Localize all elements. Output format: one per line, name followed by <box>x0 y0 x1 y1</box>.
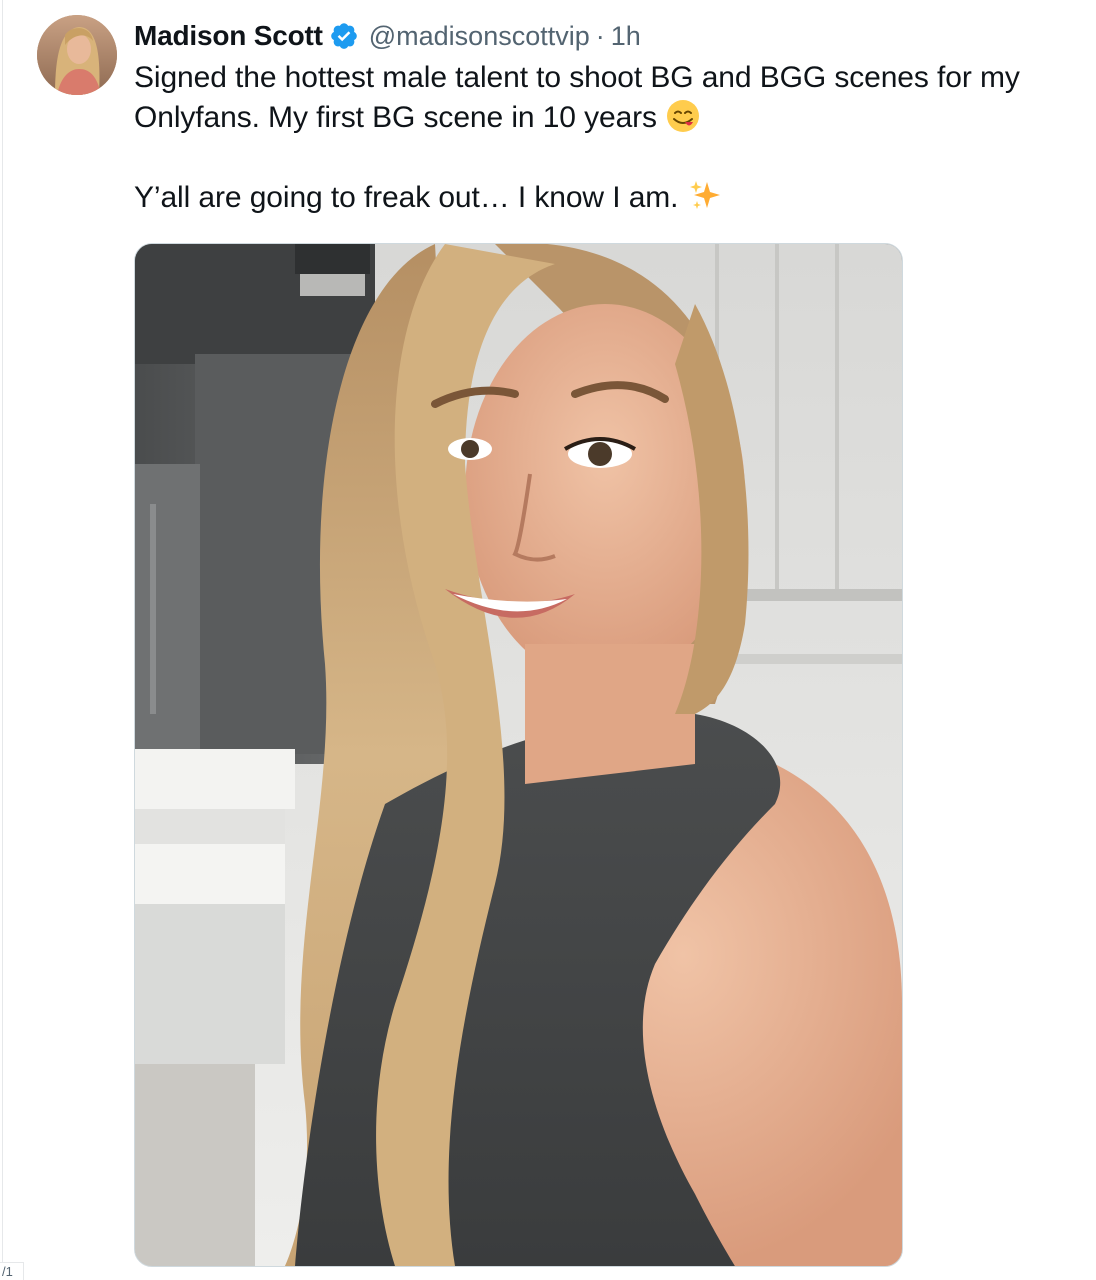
avatar-photo-icon <box>37 15 117 95</box>
tweet-content: Madison Scott @madisonscottvip · 1h Sign… <box>134 14 1084 218</box>
face-savoring-food-emoji-icon <box>665 98 701 134</box>
divider <box>2 0 3 1280</box>
tweet-text-line-4: Y’all are going to freak out… I know I a… <box>134 181 687 214</box>
verified-badge-icon[interactable] <box>329 21 359 51</box>
tweet-text-line-2: Onlyfans. My first BG scene in 10 years <box>134 101 666 134</box>
timestamp[interactable]: 1h <box>611 21 641 52</box>
tweet-text-line-1: Signed the hottest male talent to shoot … <box>134 61 1020 94</box>
separator-dot: · <box>595 20 605 51</box>
avatar[interactable] <box>37 15 117 95</box>
tweet-text: Signed the hottest male talent to shoot … <box>134 58 1084 218</box>
tweet-header: Madison Scott @madisonscottvip · 1h <box>134 14 1084 58</box>
photo-image <box>135 244 902 1266</box>
sparkles-emoji-icon <box>687 178 723 214</box>
tweet-photo[interactable] <box>134 243 903 1267</box>
tweet-screenshot: Madison Scott @madisonscottvip · 1h Sign… <box>0 0 1096 1280</box>
display-name[interactable]: Madison Scott <box>134 20 323 52</box>
page-indicator: /1 <box>0 1262 24 1280</box>
user-handle[interactable]: @madisonscottvip <box>369 21 590 52</box>
